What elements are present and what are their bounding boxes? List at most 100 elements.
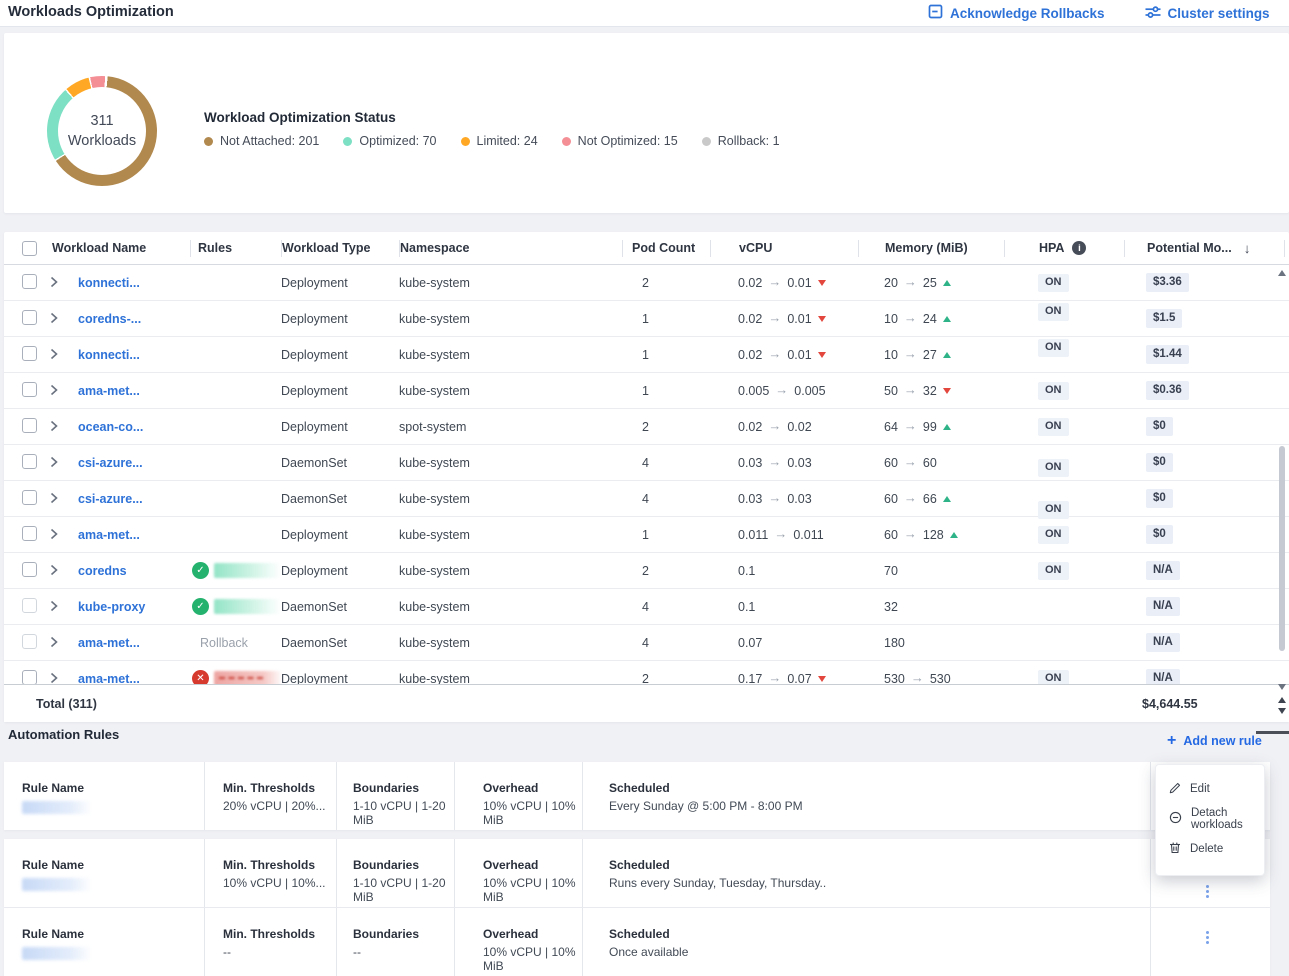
menu-item-delete[interactable]: Delete [1156, 834, 1264, 864]
column-header-pod-count[interactable]: Pod Count [622, 240, 710, 257]
trend-down-icon [818, 280, 826, 286]
legend-dot-icon [702, 137, 711, 146]
column-header-namespace[interactable]: Namespace [399, 240, 622, 257]
workload-name-link[interactable]: csi-azure... [78, 456, 143, 470]
expand-row-icon[interactable] [48, 598, 60, 614]
workload-name-link[interactable]: ocean-co... [78, 420, 143, 434]
table-scrollbar[interactable] [1277, 268, 1287, 692]
legend-label: Limited: 24 [477, 134, 538, 148]
hpa-info-icon[interactable]: i [1072, 241, 1086, 255]
row-checkbox[interactable] [22, 346, 37, 361]
workload-name-link[interactable]: konnecti... [78, 276, 140, 290]
scrollbar-thumb[interactable] [1279, 446, 1285, 651]
secondary-scroll-up-icon[interactable] [1278, 697, 1286, 703]
row-checkbox[interactable] [22, 634, 37, 649]
row-checkbox[interactable] [22, 274, 37, 289]
pod-count-value: 1 [642, 528, 649, 542]
column-header-hpa[interactable]: HPA i [1004, 240, 1124, 257]
acknowledge-rollbacks-button[interactable]: Acknowledge Rollbacks [928, 4, 1105, 22]
trend-up-icon [943, 316, 951, 322]
arrow-right-icon: → [904, 418, 917, 433]
column-header-vcpu[interactable]: vCPU [710, 240, 858, 257]
row-checkbox[interactable] [22, 670, 37, 685]
rule-boundaries-value: -- [353, 945, 454, 959]
detach-workloads-icon [1169, 811, 1182, 827]
menu-item-edit[interactable]: Edit [1156, 774, 1264, 804]
row-checkbox[interactable] [22, 598, 37, 613]
secondary-scrollbar[interactable] [1277, 697, 1287, 717]
expand-row-icon[interactable] [48, 634, 60, 650]
pod-count-value: 4 [642, 636, 649, 650]
expand-row-icon[interactable] [48, 454, 60, 470]
hpa-status-badge: ON [1038, 303, 1069, 321]
select-all-checkbox[interactable] [22, 241, 37, 256]
row-checkbox[interactable] [22, 310, 37, 325]
row-checkbox[interactable] [22, 526, 37, 541]
pod-count-value: 2 [642, 276, 649, 290]
redacted-rule-badge [214, 599, 281, 614]
expand-row-icon[interactable] [48, 274, 60, 290]
expand-row-icon[interactable] [48, 490, 60, 506]
pod-count-value: 4 [642, 456, 649, 470]
redacted-rule-badge [214, 563, 281, 578]
pod-count-value: 1 [642, 312, 649, 326]
workload-name-link[interactable]: coredns-... [78, 312, 141, 326]
secondary-scroll-down-icon[interactable] [1278, 708, 1286, 714]
cluster-settings-button[interactable]: Cluster settings [1145, 5, 1270, 22]
hpa-status-badge: ON [1038, 459, 1069, 477]
arrow-right-icon: → [768, 274, 781, 289]
rule-actions-kebab-icon[interactable] [1203, 882, 1212, 901]
row-checkbox[interactable] [22, 490, 37, 505]
table-row: csi-azure...DaemonSetkube-system40.03→0.… [4, 445, 1289, 481]
table-row: csi-azure...DaemonSetkube-system40.03→0.… [4, 481, 1289, 517]
expand-row-icon[interactable] [48, 562, 60, 578]
workload-name-link[interactable]: ama-met... [78, 528, 140, 542]
add-new-rule-button[interactable]: + Add new rule [1167, 733, 1262, 749]
legend-item: Limited: 24 [461, 134, 538, 148]
row-checkbox[interactable] [22, 382, 37, 397]
expand-row-icon[interactable] [48, 526, 60, 542]
menu-item-detach-workloads[interactable]: Detach workloads [1156, 804, 1264, 834]
workload-name-link[interactable]: ama-met... [78, 384, 140, 398]
page-title: Workloads Optimization [8, 4, 174, 20]
horizontal-scrollbar-fragment[interactable] [1256, 731, 1289, 734]
row-checkbox[interactable] [22, 454, 37, 469]
hpa-status-badge: ON [1038, 382, 1069, 400]
arrow-right-icon: → [768, 346, 781, 361]
automation-rule-card: Rule Name Min. Thresholds20% vCPU | 20%.… [4, 762, 1270, 830]
legend-label: Optimized: 70 [359, 134, 436, 148]
rule-actions-kebab-icon[interactable] [1203, 928, 1212, 947]
column-header-rules[interactable]: Rules [190, 240, 281, 257]
workload-type-value: Deployment [281, 564, 348, 578]
expand-row-icon[interactable] [48, 418, 60, 434]
expand-row-icon[interactable] [48, 382, 60, 398]
rule-thresholds-value: 10% vCPU | 10%... [223, 876, 336, 890]
trend-down-icon [818, 676, 826, 682]
scrollbar-up-icon[interactable] [1278, 270, 1286, 276]
row-checkbox[interactable] [22, 418, 37, 433]
column-header-workload-name[interactable]: Workload Name [48, 240, 190, 257]
edit-icon [1169, 782, 1181, 797]
scrollbar-down-icon[interactable] [1278, 684, 1286, 690]
column-header-memory[interactable]: Memory (MiB) [858, 240, 1004, 257]
column-header-potential[interactable]: Potential Mo... ↓ [1124, 240, 1284, 257]
workload-name-link[interactable]: coredns [78, 564, 127, 578]
workload-name-link[interactable]: csi-azure... [78, 492, 143, 506]
arrow-right-icon: → [911, 670, 924, 685]
column-header-workload-type[interactable]: Workload Type [281, 240, 399, 257]
workload-name-link[interactable]: konnecti... [78, 348, 140, 362]
rule-name-label: Rule Name [22, 858, 204, 872]
expand-row-icon[interactable] [48, 310, 60, 326]
row-checkbox[interactable] [22, 562, 37, 577]
workload-name-link[interactable]: ama-met... [78, 636, 140, 650]
expand-row-icon[interactable] [48, 346, 60, 362]
sort-desc-icon[interactable]: ↓ [1244, 241, 1251, 256]
potential-savings-badge: $0 [1146, 453, 1173, 472]
acknowledge-rollbacks-icon [928, 4, 943, 22]
workload-name-link[interactable]: kube-proxy [78, 600, 145, 614]
arrow-right-icon: → [768, 670, 781, 685]
pod-count-value: 4 [642, 492, 649, 506]
table-row: ama-met...RollbackDaemonSetkube-system40… [4, 625, 1289, 661]
plus-icon: + [1167, 733, 1176, 749]
optimization-status-card: 311 Workloads Workload Optimization Stat… [4, 33, 1289, 213]
